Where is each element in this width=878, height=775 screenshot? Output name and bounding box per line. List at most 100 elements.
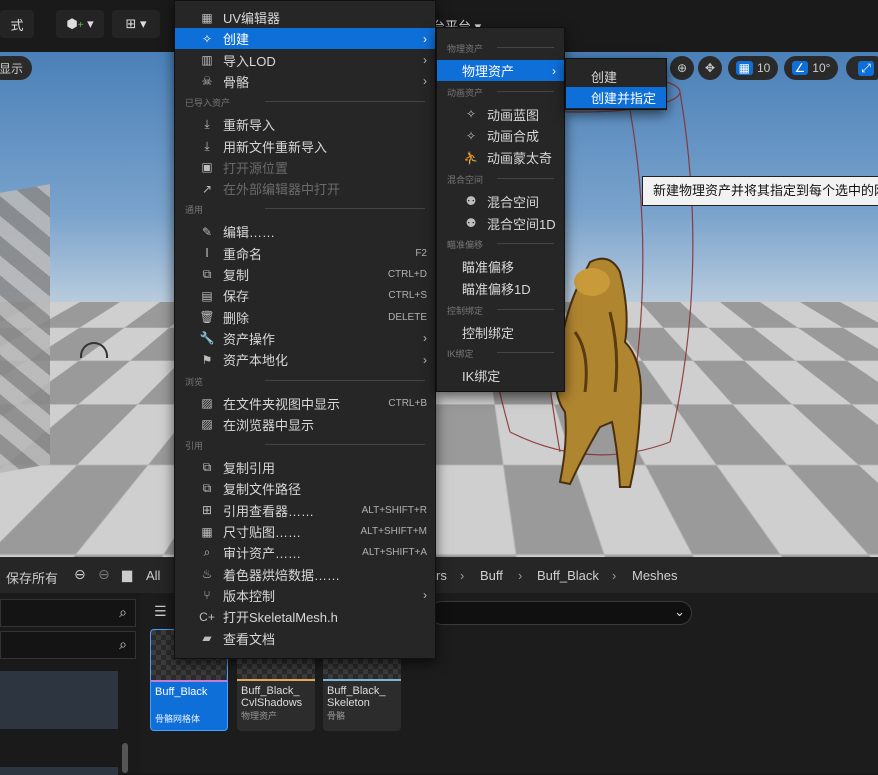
menu-item[interactable]: ▨ 在文件夹视图中显示 CTRL+B <box>175 393 435 414</box>
forward-icon[interactable]: ⊖ <box>98 566 110 583</box>
menu-section-header: 已导入资产 <box>185 96 237 110</box>
size-map-icon: ▦ <box>201 524 213 539</box>
asset-type-stripe <box>237 679 315 681</box>
scrollbar[interactable] <box>122 743 128 773</box>
menu-item[interactable]: ✧ 动画合成 <box>437 125 564 146</box>
filter-icon[interactable]: ☰ <box>154 603 167 620</box>
menu-item-label: 创建并指定 <box>591 91 657 106</box>
add-actor-button[interactable]: ⬢+ ▾ <box>56 10 104 38</box>
copy-path-icon: ⧉ <box>202 481 212 496</box>
scale-snap-toggle[interactable]: ⤢ <box>846 56 878 80</box>
menu-shortcut: F2 <box>415 247 427 259</box>
menu-section-header: 控制绑定 <box>447 303 490 317</box>
menu-item[interactable]: 物理资产 › <box>437 60 564 81</box>
menu-item[interactable]: ☠ 骨骼 › <box>175 71 435 92</box>
menu-item[interactable]: ♨ 着色器烘焙数据…… <box>175 564 435 585</box>
folder-tree-selection[interactable] <box>0 671 118 729</box>
back-icon[interactable]: ⊖ <box>74 566 86 583</box>
create-icon: ✧ <box>201 31 213 46</box>
save-all-button[interactable]: 保存所有 <box>6 568 58 587</box>
menu-item[interactable]: ▦ 尺寸贴图…… ALT+SHIFT+M <box>175 521 435 542</box>
reimport-icon: ⤓ <box>204 117 210 132</box>
menu-item[interactable]: C+ 打开SkeletalMesh.h <box>175 606 435 627</box>
open-source-icon: ▣ <box>201 160 213 175</box>
breadcrumb-item[interactable]: Buff <box>480 568 503 583</box>
menu-item[interactable]: ✧ 创建 › <box>175 28 435 50</box>
menu-item[interactable]: 创建并指定 <box>566 87 666 108</box>
menu-item[interactable]: 瞄准偏移1D <box>437 278 564 299</box>
menu-item[interactable]: ⚑ 资产本地化 › <box>175 349 435 370</box>
menu-item[interactable]: ⤓ 用新文件重新导入 <box>175 136 435 157</box>
menu-item[interactable]: 瞄准偏移 <box>437 256 564 277</box>
mode-label: 式 <box>10 17 24 33</box>
blueprint-button[interactable]: ⊞ ▾ <box>112 10 160 38</box>
menu-item-label: 尺寸贴图…… <box>223 525 302 540</box>
cpp-file-icon: C+ <box>199 609 215 624</box>
folder-search-icon: ▨ <box>201 396 213 410</box>
asset-type-stripe <box>323 679 401 681</box>
chevron-right-icon: › <box>423 53 427 68</box>
asset-name: Buff_Black_ CvlShadows <box>241 685 303 709</box>
breadcrumb-item[interactable]: Meshes <box>632 568 678 583</box>
wrench-icon: 🔧 <box>199 331 215 346</box>
folder-search-input[interactable]: ⌕ <box>0 631 136 659</box>
menu-item[interactable]: ⌕ 审计资产…… ALT+SHIFT+A <box>175 542 435 563</box>
rotation-snap-toggle[interactable]: ∠ 10° <box>784 56 838 80</box>
menu-shortcut: CTRL+D <box>387 269 427 280</box>
menu-item[interactable]: ⛹ 动画蒙太奇 <box>437 147 564 168</box>
menu-item[interactable]: ⧉ 复制引用 <box>175 457 435 478</box>
menu-separator <box>265 101 425 103</box>
menu-shortcut: CTRL+S <box>388 290 427 302</box>
menu-item[interactable]: ▤ 保存 CTRL+S <box>175 285 435 306</box>
menu-separator <box>497 243 554 245</box>
import-lod-icon: ▥ <box>201 53 213 68</box>
add-actor-icon: ⬢+ ▾ <box>66 16 94 31</box>
menu-item[interactable]: ⧉ 复制文件路径 <box>175 478 435 499</box>
menu-item[interactable]: ⤓ 重新导入 <box>175 114 435 135</box>
breadcrumb-all[interactable]: All <box>146 568 160 583</box>
menu-item[interactable]: ⊞ 引用查看器…… ALT+SHIFT+R <box>175 500 435 521</box>
asset-type-stripe <box>151 680 227 682</box>
menu-item[interactable]: 创建 <box>566 66 666 87</box>
menu-item[interactable]: ↗ 在外部编辑器中打开 <box>175 178 435 199</box>
tooltip: 新建物理资产并将其指定到每个选中的网格 <box>642 176 878 206</box>
menu-item-label: 动画蒙太奇 <box>487 151 553 167</box>
show-button[interactable]: 显示 <box>0 56 32 80</box>
duplicate-icon: ⧉ <box>202 267 212 281</box>
menu-item[interactable]: ✧ 动画蓝图 <box>437 104 564 125</box>
menu-separator <box>265 379 425 381</box>
menu-item[interactable]: ✎ 编辑…… <box>175 221 435 242</box>
chevron-right-icon: › <box>552 63 556 78</box>
tooltip-text: 新建物理资产并将其指定到每个选中的网格 <box>653 183 878 198</box>
menu-item[interactable]: ⑂ 版本控制 › <box>175 585 435 606</box>
menu-item-label: 重新导入 <box>223 118 276 134</box>
menu-item-label: 在浏览器中显示 <box>223 417 315 433</box>
menu-item[interactable]: ⧉ 复制 CTRL+D <box>175 264 435 285</box>
menu-item[interactable]: IK绑定 <box>437 365 564 386</box>
menu-item[interactable]: 🔧 资产操作 › <box>175 328 435 349</box>
browser-search-icon: ▨ <box>201 417 213 432</box>
menu-item[interactable]: ⚉ 混合空间1D <box>437 213 564 234</box>
mode-selector[interactable]: 式 <box>0 10 34 38</box>
menu-item[interactable]: 控制绑定 <box>437 322 564 343</box>
menu-item[interactable]: 🗑 删除 DELETE <box>175 307 435 328</box>
menu-item[interactable]: Ⅰ 重命名 F2 <box>175 243 435 264</box>
breadcrumb-item[interactable]: rs <box>436 568 447 583</box>
menu-item-label: 重命名 <box>223 246 263 262</box>
menu-item-label: 控制绑定 <box>462 325 515 341</box>
menu-item[interactable]: ▣ 打开源位置 <box>175 157 435 178</box>
menu-item[interactable]: ▰ 查看文档 <box>175 628 435 649</box>
grid-icon: ▦ <box>201 10 213 25</box>
menu-section-header: 瞄准偏移 <box>447 238 490 252</box>
menu-item[interactable]: ▦ UV编辑器 <box>175 7 435 28</box>
filter-dropdown[interactable]: ⌄ <box>430 601 692 625</box>
menu-item[interactable]: ▨ 在浏览器中显示 <box>175 414 435 435</box>
sources-search-input[interactable]: ⌕ <box>0 599 136 627</box>
breadcrumb-item[interactable]: Buff_Black <box>537 568 599 583</box>
skeleton-icon: ☠ <box>201 74 213 89</box>
menu-item[interactable]: ▥ 导入LOD › <box>175 50 435 71</box>
chevron-right-icon: › <box>460 568 465 583</box>
menu-item[interactable]: ⚉ 混合空间 <box>437 191 564 212</box>
asset-name: Buff_Black <box>155 686 208 698</box>
chevron-right-icon: › <box>423 31 427 46</box>
